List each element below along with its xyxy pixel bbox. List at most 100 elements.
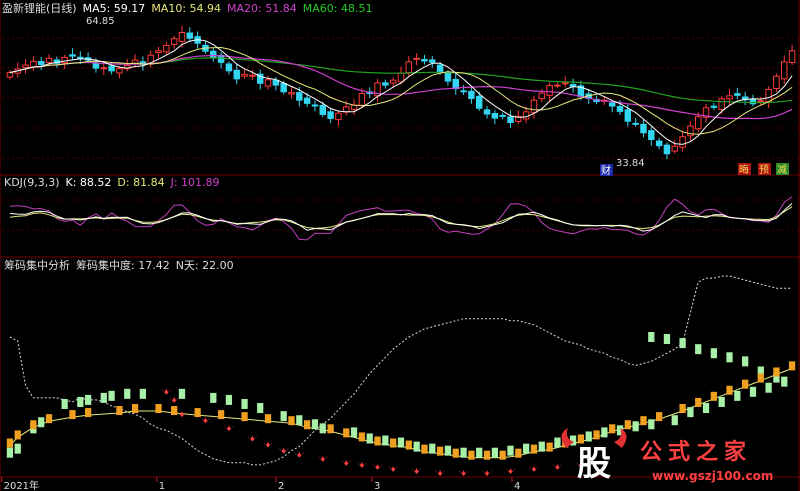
candle-body	[6, 72, 14, 78]
green-chip-bar	[601, 427, 608, 438]
low-price-label: 33.84	[616, 158, 645, 169]
green-chip-bar	[139, 388, 147, 399]
event-flag-hui[interactable]: 晦	[738, 163, 751, 176]
event-flag-yu[interactable]: 预	[758, 163, 771, 176]
event-flag-jian-label: 减	[777, 164, 787, 176]
candle-body	[499, 114, 506, 117]
candle-body	[389, 79, 397, 84]
orange-chip-bar	[241, 412, 248, 422]
candle-body	[436, 64, 444, 73]
green-chip-bar	[366, 433, 373, 444]
svg-text:筹码集中分析筹码集中度: 17.42N天: 22.00: 筹码集中分析 筹码集中度: 17.42 N天: 22.00	[4, 258, 234, 272]
kdj-d-label: D: 81.84	[117, 176, 164, 189]
candle-body	[225, 63, 233, 72]
green-chip-bar	[749, 386, 757, 397]
kdj-j-label: J: 101.89	[170, 176, 220, 189]
candle-body	[296, 92, 303, 101]
orange-chip-bar	[609, 424, 616, 434]
green-chip-bar	[85, 394, 92, 405]
orange-chip-bar	[530, 444, 538, 454]
green-chip-bar	[734, 390, 741, 401]
orange-chip-bar	[483, 450, 491, 460]
orange-chip-bar	[343, 428, 350, 438]
orange-chip-bar	[131, 404, 139, 414]
orange-chip-bar	[85, 408, 92, 418]
candle-body	[710, 105, 718, 108]
ma20-label: MA20: 51.84	[227, 2, 297, 15]
orange-chip-bar	[264, 414, 272, 424]
ma10-label: MA10: 54.94	[151, 2, 221, 15]
green-chip-bar	[742, 356, 749, 367]
ma5-label: MA5: 59.17	[83, 2, 146, 15]
chip-conc-label: 筹码集中度: 17.42	[76, 258, 170, 272]
candle-body	[358, 93, 366, 107]
event-flag-jian[interactable]: 减	[776, 163, 789, 176]
orange-chip-bar	[30, 420, 37, 430]
green-chip-bar	[702, 403, 710, 414]
orange-chip-bar	[116, 406, 123, 416]
orange-chip-bar	[14, 430, 21, 440]
candle-body	[233, 69, 240, 80]
candle-body	[241, 73, 248, 77]
green-chip-bar	[476, 447, 483, 458]
orange-chip-bar	[710, 391, 717, 401]
candle-body	[335, 112, 342, 121]
candle-body	[37, 60, 45, 66]
green-chip-bar	[765, 382, 772, 393]
candle-body	[460, 90, 467, 93]
orange-chip-bar	[593, 430, 600, 440]
orange-chip-bar	[374, 436, 381, 446]
candle-body	[69, 54, 76, 57]
x-tick-label: 4	[514, 481, 520, 491]
candle-body	[264, 79, 272, 87]
ma60-label: MA60: 48.51	[303, 2, 373, 15]
orange-chip-bar	[436, 446, 444, 456]
candle-body	[663, 144, 671, 155]
candle-body	[491, 113, 499, 119]
orange-chip-bar	[69, 410, 76, 420]
candle-body	[765, 89, 772, 103]
candle-body	[538, 92, 546, 100]
event-flag-cai[interactable]: 财	[600, 164, 613, 177]
green-chip-bar	[460, 447, 467, 458]
candle-body	[679, 136, 686, 148]
green-chip-bar	[77, 396, 84, 407]
orange-chip-bar	[468, 450, 475, 460]
candle-body	[757, 100, 765, 103]
candle-body	[186, 32, 194, 39]
green-chip-bar	[444, 445, 452, 456]
candle-body	[554, 84, 561, 87]
orange-chip-bar	[452, 448, 459, 458]
candle-body	[382, 82, 389, 86]
candle-body	[280, 82, 287, 93]
candle-body	[108, 65, 115, 72]
orange-chip-bar	[757, 373, 764, 383]
green-chip-bar	[554, 437, 561, 448]
green-chip-bar	[210, 392, 217, 403]
orange-chip-bar	[742, 379, 749, 389]
candle-body	[562, 82, 569, 85]
orange-chip-bar	[327, 424, 334, 434]
green-chip-bar	[695, 344, 702, 355]
candle-body	[45, 57, 53, 63]
green-chip-bar	[429, 443, 436, 454]
green-chip-bar	[781, 376, 788, 387]
candle-body	[397, 72, 405, 83]
green-chip-bar	[726, 352, 733, 363]
chip-n-label: N天: 22.00	[176, 259, 234, 272]
green-chip-bar	[6, 447, 14, 458]
event-flag-hui-label: 晦	[739, 164, 749, 176]
green-chip-bar	[178, 388, 186, 399]
green-chip-bar	[538, 441, 545, 452]
green-chip-bar	[648, 419, 655, 430]
green-chip-bar	[124, 388, 131, 399]
event-flag-yu-label: 预	[759, 164, 769, 176]
watermark-text: 公式之家	[640, 439, 752, 465]
green-chip-bar	[632, 421, 639, 432]
candle-body	[640, 123, 647, 134]
candle-body	[178, 31, 186, 42]
green-chip-bar	[507, 445, 514, 456]
green-chip-bar	[108, 390, 115, 401]
orange-chip-bar	[726, 385, 733, 395]
candle-body	[249, 74, 256, 77]
